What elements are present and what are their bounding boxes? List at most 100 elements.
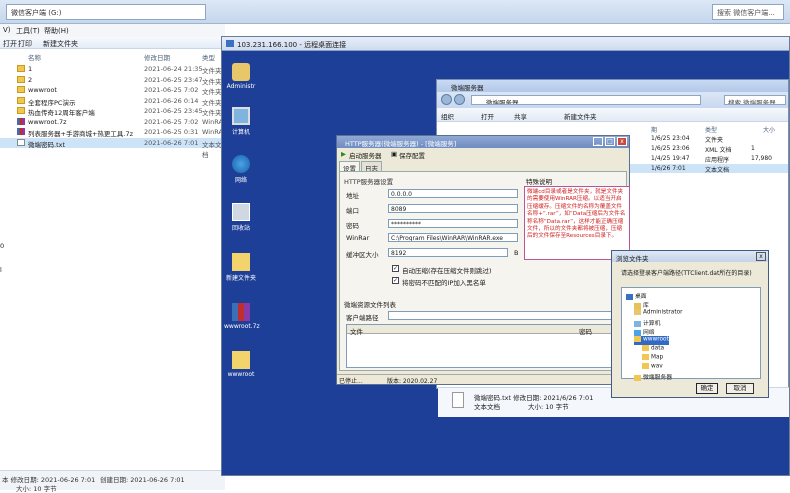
close-icon[interactable]: x — [617, 137, 627, 146]
desktop-icon-wwwroot[interactable]: wwwroot — [224, 351, 258, 378]
open-button[interactable]: 打开 — [481, 111, 494, 121]
tree-item[interactable]: wav — [642, 363, 663, 372]
inner-search-input[interactable]: 搜索 微端服务器 — [724, 95, 786, 105]
file-date: 1/6/25 23:06 — [651, 145, 690, 152]
file-type: 文件夹 — [202, 67, 222, 75]
tree-item[interactable]: 库 — [634, 300, 649, 309]
close-icon[interactable]: x — [756, 252, 766, 261]
computer-icon — [634, 320, 641, 327]
minimize-icon[interactable]: _ — [593, 137, 603, 146]
toolbar: 打开 打印 新建文件夹 — [0, 37, 225, 49]
search-input[interactable]: 搜索 微信客户端... — [712, 4, 784, 20]
folder-tree[interactable]: 桌面库 Administrator 计算机 网络 wwwroot data Map wav 微端… — [621, 287, 761, 381]
menu-item-view[interactable]: V) — [3, 26, 11, 34]
share-button[interactable]: 共享 — [514, 111, 527, 121]
column-file[interactable]: 文件 — [350, 326, 363, 336]
server-status: 已停止... — [339, 378, 363, 385]
tab-log[interactable]: 日志 — [361, 161, 382, 173]
archive-icon — [17, 128, 25, 135]
desktop-icon-wwwroot-7z[interactable]: wwwroot.7z — [224, 303, 260, 330]
desktop-icon-administrator[interactable]: Administr — [224, 63, 258, 90]
open-button[interactable]: 打开 — [3, 39, 17, 49]
tree-item[interactable]: Administrator — [634, 309, 683, 318]
winrar-label: WinRar — [346, 234, 370, 242]
breadcrumb[interactable]: 微信客户端 (G:) — [6, 4, 206, 20]
address-input[interactable]: 0.0.0.0 — [388, 189, 518, 198]
tree-item-label: data — [651, 345, 665, 352]
file-row[interactable]: 2 2021-06-25 23:47 文件夹 — [0, 75, 225, 86]
folder-icon — [17, 86, 25, 93]
computer-icon — [232, 107, 250, 125]
desktop-icon-computer[interactable]: 计算机 — [224, 107, 258, 136]
network-icon — [634, 329, 641, 336]
back-arrow-icon[interactable] — [441, 94, 452, 105]
auto-compress-checkbox[interactable]: ✓ — [392, 265, 399, 272]
inner-path-bar[interactable]: 微端服务器 — [471, 95, 701, 105]
tree-item-label: Map — [651, 354, 664, 361]
column-type[interactable]: 类型 — [202, 52, 215, 62]
inner-toolbar: 组织 打开 共享 新建文件夹 — [437, 108, 788, 122]
file-row[interactable]: wwwroot 2021-06-25 7:02 文件夹 — [0, 85, 225, 96]
tree-item[interactable]: data — [642, 345, 664, 354]
client-path-input[interactable] — [388, 311, 622, 320]
file-date: 2021-06-25 7:02 — [144, 86, 199, 94]
file-row[interactable]: 列表服务器+手游商城+热更工具.7z 2021-06-25 0:31 WinRAR — [0, 127, 227, 138]
password-input[interactable]: ********** — [388, 219, 518, 228]
ok-button[interactable]: 确定 — [696, 383, 718, 394]
desktop-icon-network[interactable]: 网络 — [224, 155, 258, 184]
desktop-icon-new-folder[interactable]: 新建文件夹 — [224, 253, 258, 282]
folder-icon — [232, 351, 250, 369]
new-folder-button[interactable]: 新建文件夹 — [43, 39, 78, 49]
column-size[interactable]: 大小 — [763, 125, 775, 134]
explorer-address-bar: 微信客户端 (G:) 搜索 微信客户端... — [0, 0, 790, 24]
tree-item[interactable]: 桌面 — [626, 291, 647, 300]
column-password[interactable]: 密码 — [579, 326, 592, 336]
forward-arrow-icon[interactable] — [454, 94, 465, 105]
column-name[interactable]: 名称 — [28, 52, 41, 62]
cancel-button[interactable]: 取消 — [726, 383, 754, 394]
buffer-size-input[interactable]: 8192 — [388, 248, 508, 257]
tree-item[interactable]: 计算机 — [634, 318, 660, 327]
tree-item[interactable]: 网络 — [634, 327, 655, 336]
http-server-dialog: HTTP服务器(微端服务器) - [微端服务] _ □ x ▶ 启动服务器 ▣ … — [336, 135, 630, 385]
file-type: 文件夹 — [202, 109, 222, 117]
file-size: 17,980 — [751, 155, 772, 162]
new-folder-button[interactable]: 新建文件夹 — [564, 111, 597, 121]
resource-file-list[interactable]: 文件 密码 — [346, 324, 622, 368]
tab-settings[interactable]: 设置 — [339, 161, 360, 173]
file-row[interactable]: 热血传奇12周年客户端 2021-06-25 23:45 文件夹 — [0, 106, 225, 117]
organize-button[interactable]: 组织 — [441, 111, 454, 121]
port-input[interactable]: 8089 — [388, 204, 518, 213]
tree-item[interactable]: 微端服务器 — [634, 372, 672, 381]
blacklist-checkbox[interactable]: ✓ — [392, 277, 399, 284]
details-pane: 本 修改日期: 2021-06-26 7:01 创建日期: 2021-06-26… — [0, 470, 225, 493]
file-date: 2021-06-25 23:45 — [144, 107, 203, 115]
tree-item[interactable]: Map — [642, 354, 663, 363]
file-row[interactable]: 微端密码.txt 2021-06-26 7:01 文本文档 — [0, 137, 225, 159]
file-row[interactable]: wwwroot.7z 2021-06-25 7:02 WinRAR — [0, 117, 227, 127]
column-date[interactable]: 期 — [651, 125, 657, 134]
maximize-icon[interactable]: □ — [605, 137, 615, 146]
remote-desktop-area: Administr 计算机 网络 回收站 新建文件夹 wwwroot.7z ww… — [222, 51, 789, 475]
inner-explorer-titlebar: 微端服务器 — [437, 80, 788, 92]
start-server-button[interactable]: 启动服务器 — [349, 150, 382, 160]
archive-icon — [232, 303, 250, 321]
file-name: 1 — [28, 65, 33, 73]
http-tabs: 设置 日志 — [339, 161, 629, 173]
folder-icon — [634, 336, 641, 342]
file-row[interactable]: 全套程序PC演示 2021-06-26 0:14 文件夹 — [0, 96, 225, 107]
desktop-icon-recycle-bin[interactable]: 回收站 — [224, 203, 258, 232]
save-config-button[interactable]: 保存配置 — [399, 150, 425, 160]
user-folder-icon — [232, 63, 250, 81]
print-button[interactable]: 打印 — [18, 39, 32, 49]
folder-icon — [17, 65, 25, 72]
file-name: 微端密码.txt — [28, 140, 66, 149]
tree-item[interactable]: wwwroot — [634, 336, 669, 345]
menu-item-help[interactable]: 帮助(H) — [44, 26, 69, 36]
file-name: wwwroot — [28, 86, 57, 94]
column-type[interactable]: 类型 — [705, 125, 717, 134]
winrar-path-input[interactable]: C:\Program Files\WinRAR\WinRAR.exe — [388, 233, 518, 242]
file-row[interactable]: 1 2021-06-24 21:35 文件夹 — [0, 64, 225, 75]
menu-item-tools[interactable]: 工具(T) — [16, 26, 40, 36]
column-date[interactable]: 修改日期 — [144, 52, 170, 62]
